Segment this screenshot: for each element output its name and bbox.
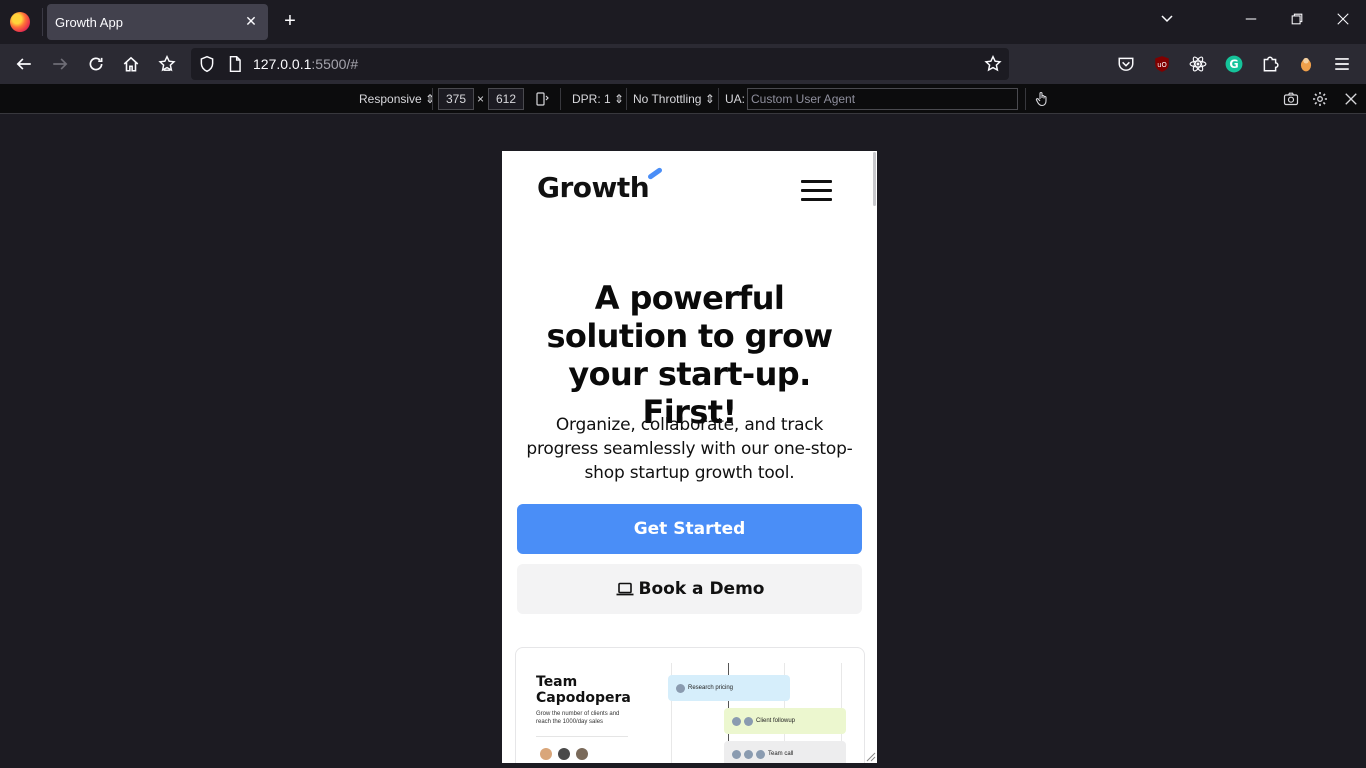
task-label: Client followup [756, 718, 796, 724]
active-tab[interactable]: Growth App ✕ [47, 4, 268, 40]
bookmarks-star-icon[interactable] [155, 52, 179, 76]
url-port-path: :5500/# [311, 56, 359, 72]
new-tab-button[interactable]: + [280, 11, 300, 31]
preview-team-name: Team Capodopera [536, 674, 631, 706]
svg-text:G: G [1229, 58, 1238, 71]
close-window-icon[interactable] [1331, 10, 1355, 34]
shield-icon[interactable] [195, 52, 219, 76]
toolbar-separator [560, 88, 561, 110]
user-avatar-icon [744, 716, 753, 726]
device-selector-label: Responsive [359, 92, 422, 106]
url-text[interactable]: 127.0.0.1:5500/# [253, 56, 358, 72]
task-label: Team call [768, 751, 794, 757]
page-info-icon[interactable] [223, 52, 247, 76]
avatar [558, 748, 570, 760]
pocket-icon[interactable] [1114, 52, 1138, 76]
hamburger-line [801, 180, 832, 183]
task-label: Research pricing [688, 685, 734, 691]
restore-icon[interactable] [1285, 10, 1309, 34]
user-agent-input[interactable]: Custom User Agent [747, 88, 1018, 110]
svg-text:uO: uO [1157, 61, 1167, 69]
tab-title: Growth App [55, 15, 123, 30]
dpr-selector[interactable]: DPR: 1 ⇕ [572, 92, 624, 106]
ublock-origin-icon[interactable]: uO [1150, 52, 1174, 76]
tab-separator [42, 8, 43, 36]
extensions-puzzle-icon[interactable] [1258, 52, 1282, 76]
reload-icon[interactable] [84, 52, 108, 76]
page-scrollbar[interactable] [873, 152, 876, 206]
avatar [576, 748, 588, 760]
dimension-times-label: × [477, 92, 485, 106]
brand-accent-mark [647, 166, 663, 181]
firefox-logo-icon[interactable] [10, 12, 30, 32]
viewport-resize-handle-icon[interactable] [864, 750, 876, 762]
screenshot-camera-icon[interactable] [1282, 90, 1300, 108]
user-avatar-icon [744, 749, 753, 759]
bookmark-star-icon[interactable] [981, 52, 1005, 76]
list-all-tabs-icon[interactable] [1155, 10, 1179, 34]
user-avatar-icon [756, 749, 765, 759]
settings-gear-icon[interactable] [1311, 90, 1329, 108]
product-preview-card: Team Capodopera Grow the number of clien… [515, 647, 865, 763]
toolbar-separator [1025, 88, 1026, 110]
ua-label: UA: [725, 92, 746, 106]
app-menu-icon[interactable] [1330, 52, 1354, 76]
preview-task: Client followup [724, 708, 846, 734]
minimize-icon[interactable] [1239, 10, 1263, 34]
user-avatar-icon [732, 749, 741, 759]
user-avatar-icon [732, 716, 741, 726]
hamburger-line [801, 189, 832, 192]
preview-team-description: Grow the number of clients and reach the… [536, 711, 620, 725]
toolbar-separator [432, 88, 433, 110]
tab-close-icon[interactable]: ✕ [242, 12, 260, 30]
avatar [540, 748, 552, 760]
viewport-height-input[interactable]: 612 [488, 88, 524, 110]
book-demo-label: Book a Demo [638, 579, 765, 599]
preview-task: Research pricing [668, 675, 790, 701]
toolbar-separator [626, 88, 627, 110]
laptop-icon [616, 582, 634, 596]
home-icon[interactable] [119, 52, 143, 76]
throttling-selector[interactable]: No Throttling ⇕ [633, 92, 715, 106]
close-rdm-icon[interactable] [1342, 90, 1360, 108]
forward-icon[interactable] [48, 52, 72, 76]
throttling-selector-label: No Throttling [633, 92, 702, 106]
page-viewport: Growth A powerful solution to grow your … [502, 151, 877, 763]
get-started-button[interactable]: Get Started [517, 504, 862, 554]
device-selector[interactable]: Responsive ⇕ [359, 92, 435, 106]
tab-strip: Growth App ✕ + [0, 0, 1366, 44]
hamburger-line [801, 198, 832, 201]
hero-title: A powerful solution to grow your start-u… [546, 279, 833, 431]
hamburger-menu-icon[interactable] [801, 180, 832, 202]
hero-subtitle: Organize, collaborate, and track progres… [526, 415, 853, 483]
brand-logo[interactable]: Growth [537, 171, 650, 204]
react-devtools-icon[interactable] [1186, 52, 1210, 76]
preview-divider [536, 736, 628, 737]
book-demo-button[interactable]: Book a Demo [517, 564, 862, 614]
profile-extension-icon[interactable] [1294, 52, 1318, 76]
responsive-design-toolbar: Responsive ⇕ 375 × 612 DPR: 1 ⇕ No Throt… [0, 84, 1366, 114]
dpr-selector-label: DPR: 1 [572, 92, 611, 106]
back-icon[interactable] [12, 52, 36, 76]
touch-simulation-icon[interactable] [1033, 90, 1051, 108]
url-host: 127.0.0.1 [253, 56, 312, 72]
user-avatar-icon [676, 683, 685, 693]
preview-task: Team call [724, 741, 846, 763]
navigation-bar: 127.0.0.1:5500/# uO G [0, 44, 1366, 84]
url-bar[interactable]: 127.0.0.1:5500/# [191, 48, 1009, 80]
rotate-viewport-icon[interactable] [533, 90, 551, 108]
grammarly-icon[interactable]: G [1222, 52, 1246, 76]
viewport-width-input[interactable]: 375 [438, 88, 474, 110]
toolbar-separator [718, 88, 719, 110]
